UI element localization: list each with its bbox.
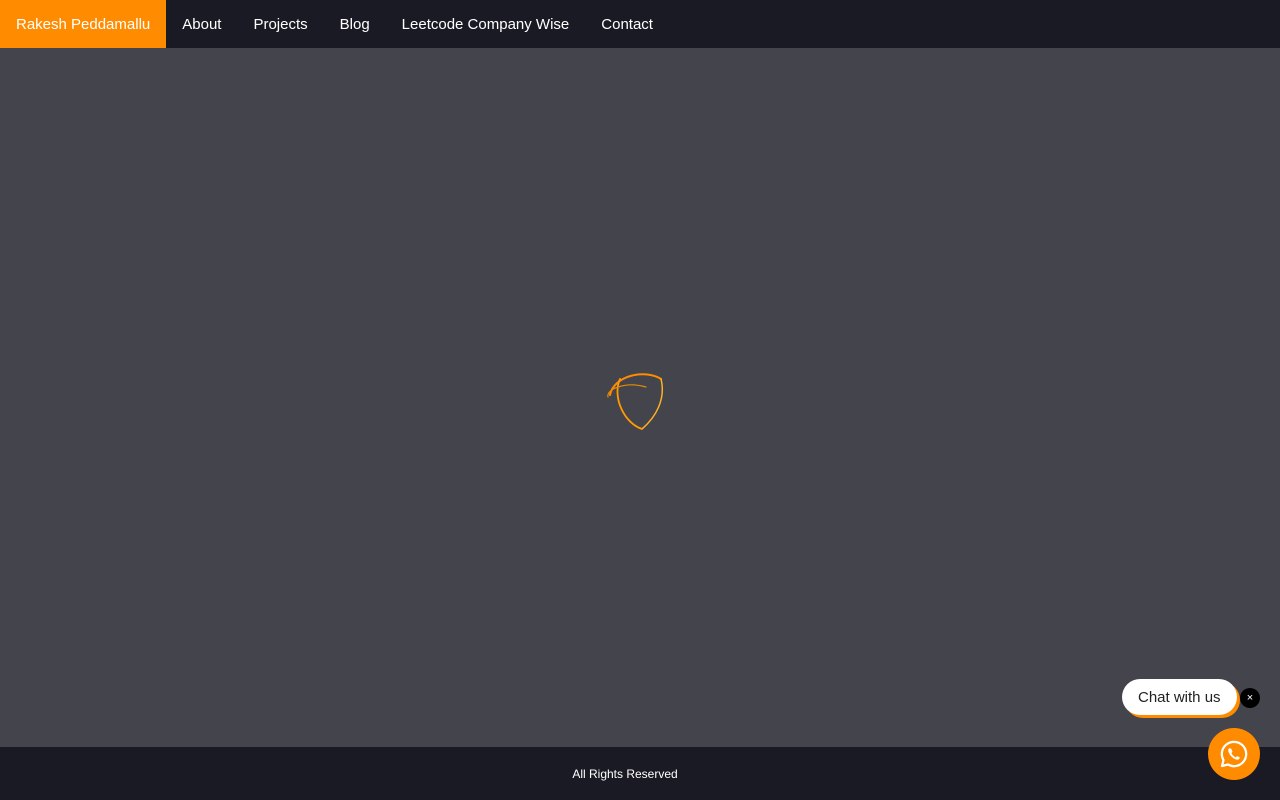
footer-copyright: All Rights Reserved [572, 766, 678, 781]
brand-link[interactable]: Rakesh Peddamallu [0, 0, 167, 48]
nav-link-projects[interactable]: Projects [237, 0, 323, 48]
nav-link-blog[interactable]: Blog [324, 0, 386, 48]
whatsapp-button[interactable] [1208, 728, 1260, 780]
loading-spinner-icon [607, 373, 663, 430]
nav-link-contact[interactable]: Contact [585, 0, 669, 48]
main-content [0, 48, 1280, 747]
footer: All Rights Reserved [0, 747, 1280, 800]
close-icon[interactable]: × [1240, 688, 1260, 708]
chat-with-us-button[interactable]: Chat with us [1122, 679, 1237, 715]
nav-link-leetcode-company-wise[interactable]: Leetcode Company Wise [386, 0, 586, 48]
whatsapp-icon [1220, 740, 1248, 768]
nav-link-about[interactable]: About [166, 0, 237, 48]
navbar: Rakesh Peddamallu About Projects Blog Le… [0, 0, 1280, 48]
